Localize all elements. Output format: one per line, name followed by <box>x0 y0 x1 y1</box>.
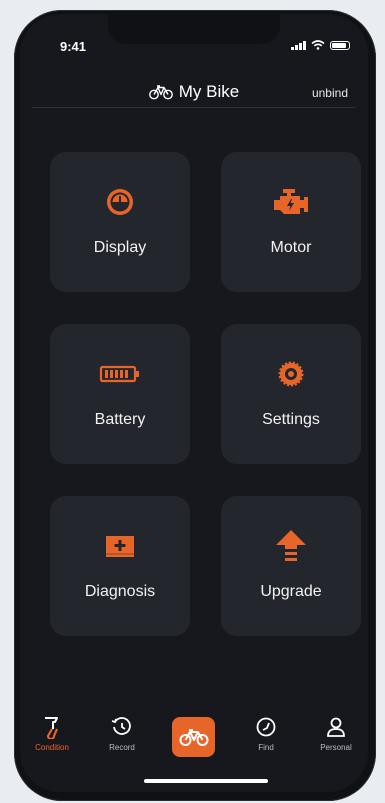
record-clock-icon <box>111 714 133 740</box>
tile-battery[interactable]: Battery <box>50 324 190 464</box>
battery-icon <box>99 359 141 389</box>
tile-label: Settings <box>262 411 320 428</box>
notch <box>108 14 280 44</box>
tile-label: Display <box>93 239 147 256</box>
wrench-icon <box>41 714 63 740</box>
header: My Bike unbind <box>20 78 368 108</box>
tile-label: Battery <box>94 411 146 428</box>
engine-icon <box>273 187 309 217</box>
wifi-icon <box>311 40 325 50</box>
tile-settings[interactable]: Settings <box>221 324 361 464</box>
tab-label: Find <box>258 743 274 752</box>
person-icon <box>325 714 347 740</box>
app-screen: 9:41 My Bike unbind Display Motor Batter… <box>20 14 368 792</box>
tile-label: Diagnosis <box>84 583 156 600</box>
speedometer-icon <box>105 187 135 217</box>
tile-label: Upgrade <box>260 583 322 600</box>
signal-icon <box>291 40 306 50</box>
tile-diagnosis[interactable]: Diagnosis <box>50 496 190 636</box>
tab-condition[interactable]: Condition <box>22 714 82 752</box>
upgrade-arrow-icon <box>275 530 307 561</box>
home-indicator <box>144 779 268 783</box>
tab-label: Personal <box>320 743 352 752</box>
tile-display[interactable]: Display <box>50 152 190 292</box>
tab-bike-button[interactable] <box>172 717 215 757</box>
compass-icon <box>255 714 277 740</box>
bike-icon <box>179 729 208 746</box>
tab-record[interactable]: Record <box>92 714 152 752</box>
unbind-button[interactable]: unbind <box>312 86 348 100</box>
gear-icon <box>277 359 305 389</box>
battery-status-icon <box>330 40 350 50</box>
medical-kit-icon <box>105 531 135 561</box>
tab-find[interactable]: Find <box>236 714 296 752</box>
tile-motor[interactable]: Motor <box>221 152 361 292</box>
tab-label: Record <box>109 743 135 752</box>
tab-label: Condition <box>35 743 69 752</box>
tab-personal[interactable]: Personal <box>306 714 366 752</box>
header-divider <box>32 107 356 108</box>
tile-upgrade[interactable]: Upgrade <box>221 496 361 636</box>
tile-label: Motor <box>270 239 312 256</box>
status-time: 9:41 <box>60 39 87 54</box>
bike-outline-icon <box>148 85 173 100</box>
page-title-text: My Bike <box>178 82 240 101</box>
status-icons <box>291 40 350 50</box>
